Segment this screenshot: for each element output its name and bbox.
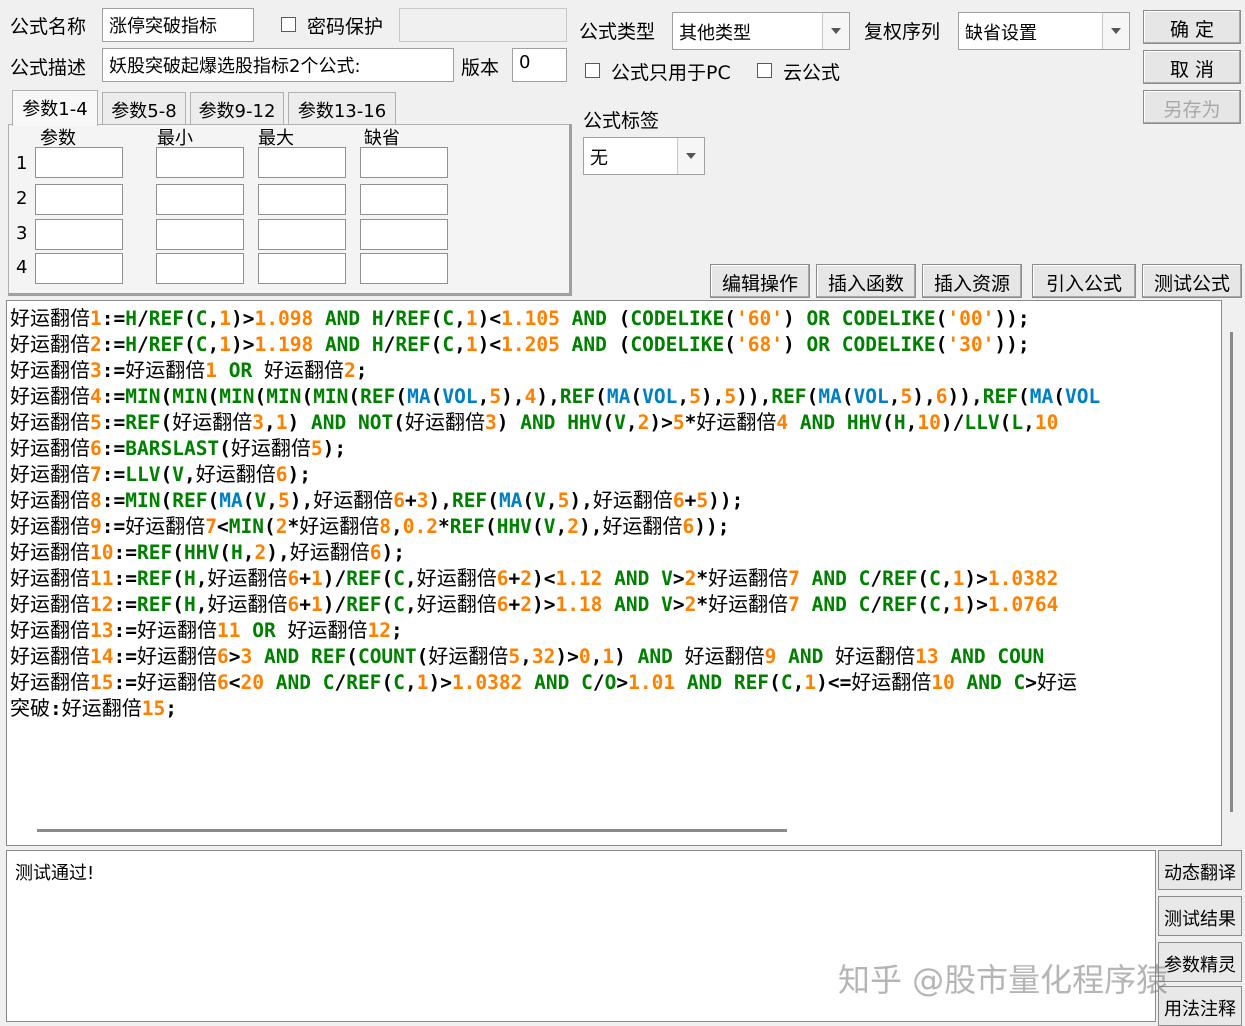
pc-only-checkbox[interactable] <box>585 63 600 78</box>
formula-desc-input[interactable]: 妖股突破起爆选股指标2个公式: <box>102 48 454 82</box>
formula-tag-label: 公式标签 <box>583 110 660 132</box>
code-line: 好运翻倍6:=BARSLAST(好运翻倍5); <box>10 436 347 460</box>
chevron-down-icon[interactable] <box>1102 13 1129 49</box>
code-line: 好运翻倍9:=好运翻倍7<MIN(2*好运翻倍8,0.2*REF(HHV(V,2… <box>10 514 730 538</box>
param-cell-input[interactable] <box>258 147 346 178</box>
pc-only-label: 公式只用于PC <box>611 62 731 84</box>
param-wizard-button[interactable]: 参数精灵 <box>1158 942 1242 982</box>
formula-name-input[interactable]: 涨停突破指标 <box>102 8 254 42</box>
code-line: 突破:好运翻倍15; <box>10 696 177 720</box>
version-label: 版本 <box>461 57 500 79</box>
param-cell-input[interactable] <box>35 219 123 250</box>
import-formula-button[interactable]: 引入公式 <box>1032 264 1136 298</box>
code-line: 好运翻倍7:=LLV(V,好运翻倍6); <box>10 462 311 486</box>
rights-label: 复权序列 <box>864 21 941 43</box>
output-text: 测试通过! <box>15 863 95 884</box>
param-cell-input[interactable] <box>258 253 346 284</box>
param-cell-input[interactable] <box>360 253 448 284</box>
tab-params-1-4[interactable]: 参数1-4 <box>12 90 98 126</box>
code-line: 好运翻倍4:=MIN(MIN(MIN(MIN(MIN(REF(MA(VOL,5)… <box>10 384 1101 408</box>
code-line: 好运翻倍11:=REF(H,好运翻倍6+1)/REF(C,好运翻倍6+2)<1.… <box>10 566 1059 590</box>
edit-ops-button[interactable]: 编辑操作 <box>710 264 810 298</box>
cloud-label: 云公式 <box>783 62 841 84</box>
formula-type-label: 公式类型 <box>579 21 656 43</box>
param-cell-input[interactable] <box>360 147 448 178</box>
tab-params-5-8[interactable]: 参数5-8 <box>102 92 186 124</box>
code-line: 好运翻倍5:=REF(好运翻倍3,1) AND NOT(好运翻倍3) AND H… <box>10 410 1059 434</box>
formula-tag-select[interactable]: 无 <box>583 137 705 175</box>
param-row-number: 1 <box>16 153 28 174</box>
param-cell-input[interactable] <box>360 219 448 250</box>
param-cell-input[interactable] <box>156 184 244 215</box>
code-editor[interactable]: 好运翻倍1:=H/REF(C,1)>1.098 AND H/REF(C,1)<1… <box>6 300 1222 846</box>
usage-notes-button[interactable]: 用法注释 <box>1158 986 1242 1026</box>
formula-tag-value: 无 <box>590 148 608 169</box>
horizontal-scrollbar[interactable] <box>37 829 787 832</box>
formula-desc-label: 公式描述 <box>10 57 87 79</box>
param-row-number: 2 <box>16 188 28 209</box>
param-cell-input[interactable] <box>35 253 123 284</box>
save-as-button: 另存为 <box>1143 90 1241 124</box>
param-cell-input[interactable] <box>360 184 448 215</box>
formula-type-value: 其他类型 <box>679 23 751 44</box>
password-input <box>399 8 567 42</box>
code-line: 好运翻倍13:=好运翻倍11 OR 好运翻倍12; <box>10 618 403 642</box>
cloud-checkbox[interactable] <box>757 63 772 78</box>
test-formula-button[interactable]: 测试公式 <box>1142 264 1242 298</box>
test-result-button[interactable]: 测试结果 <box>1158 896 1242 936</box>
formula-name-label: 公式名称 <box>10 16 87 38</box>
code-line: 好运翻倍14:=好运翻倍6>3 AND REF(COUNT(好运翻倍5,32)>… <box>10 644 1045 668</box>
password-checkbox[interactable] <box>281 17 296 32</box>
param-row-number: 4 <box>16 257 28 278</box>
code-line: 好运翻倍12:=REF(H,好运翻倍6+1)/REF(C,好运翻倍6+2)>1.… <box>10 592 1059 616</box>
tab-params-13-16[interactable]: 参数13-16 <box>288 92 396 124</box>
chevron-down-icon[interactable] <box>677 138 704 174</box>
code-line: 好运翻倍15:=好运翻倍6<20 AND C/REF(C,1)>1.0382 A… <box>10 670 1078 694</box>
chevron-down-icon[interactable] <box>822 13 849 49</box>
param-cell-input[interactable] <box>156 253 244 284</box>
code-line: 好运翻倍10:=REF(HHV(H,2),好运翻倍6); <box>10 540 405 564</box>
tab-params-9-12[interactable]: 参数9-12 <box>190 92 284 124</box>
rights-select[interactable]: 缺省设置 <box>958 12 1130 50</box>
insert-function-button[interactable]: 插入函数 <box>816 264 916 298</box>
param-row-number: 3 <box>16 223 28 244</box>
formula-type-select[interactable]: 其他类型 <box>672 12 850 50</box>
code-line: 好运翻倍2:=H/REF(C,1)>1.198 AND H/REF(C,1)<1… <box>10 332 1030 356</box>
param-cell-input[interactable] <box>258 219 346 250</box>
vertical-scrollbar[interactable] <box>1230 332 1233 812</box>
insert-resource-button[interactable]: 插入资源 <box>922 264 1022 298</box>
dynamic-translate-button[interactable]: 动态翻译 <box>1158 850 1242 890</box>
code-line: 好运翻倍1:=H/REF(C,1)>1.098 AND H/REF(C,1)<1… <box>10 306 1030 330</box>
cancel-button[interactable]: 取 消 <box>1143 50 1241 84</box>
param-cell-input[interactable] <box>35 184 123 215</box>
param-cell-input[interactable] <box>156 219 244 250</box>
param-cell-input[interactable] <box>35 147 123 178</box>
param-cell-input[interactable] <box>156 147 244 178</box>
watermark: 知乎 @股市量化程序猿 <box>838 961 1169 999</box>
rights-value: 缺省设置 <box>965 23 1037 44</box>
code-line: 好运翻倍8:=MIN(REF(MA(V,5),好运翻倍6+3),REF(MA(V… <box>10 488 744 512</box>
param-cell-input[interactable] <box>258 184 346 215</box>
code-line: 好运翻倍3:=好运翻倍1 OR 好运翻倍2; <box>10 358 368 382</box>
ok-button[interactable]: 确 定 <box>1143 10 1241 44</box>
password-label: 密码保护 <box>307 16 384 38</box>
version-input[interactable]: 0 <box>512 48 567 82</box>
